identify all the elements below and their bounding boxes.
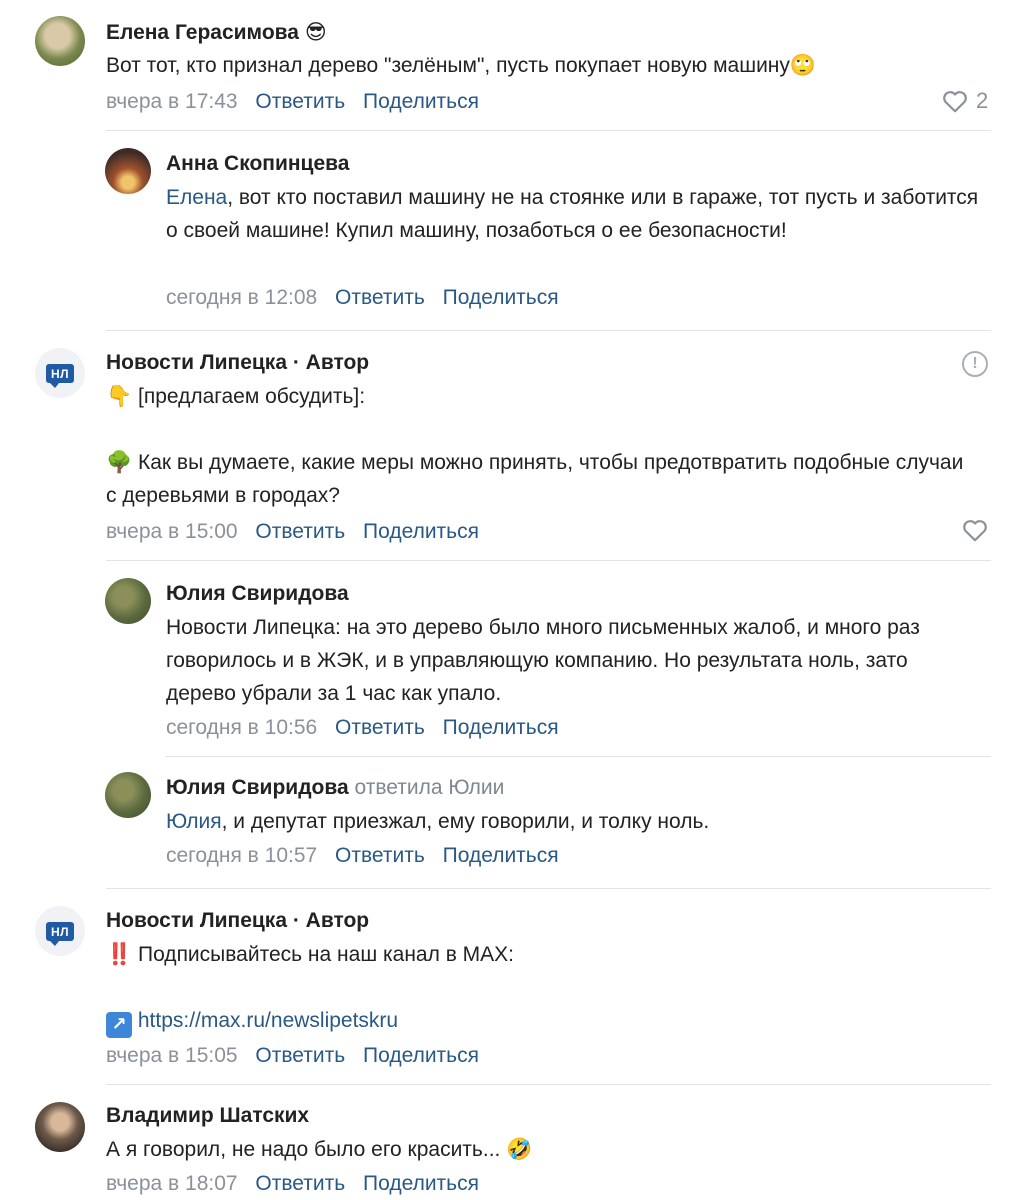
channel-link[interactable]: https://max.ru/newslipetskru xyxy=(138,1009,398,1032)
author-name[interactable]: Анна Скопинцева xyxy=(166,152,349,175)
comment-meta: вчера в 15:05 Ответить Поделиться xyxy=(106,1044,479,1068)
nl-logo: НЛ xyxy=(45,921,75,946)
pointing-down-emoji-icon: 👇 xyxy=(106,385,133,408)
comment-text: 👇 [предлагаем обсудить]: 🌳 Как вы думает… xyxy=(106,380,966,512)
reply-button[interactable]: Ответить xyxy=(255,520,345,543)
avatar[interactable] xyxy=(105,148,151,194)
author-role: · Автор xyxy=(287,351,370,374)
comment-text: ‼️ Подписывайтесь на наш канал в MAX: ↗ … xyxy=(106,938,966,1038)
comment-body: А я говорил, не надо было его красить... xyxy=(106,1138,507,1161)
double-exclamation-icon: ‼️ xyxy=(106,943,133,966)
comment-author[interactable]: Елена Герасимова 😎 xyxy=(106,20,327,45)
comment-body: , и депутат приезжал, ему говорили, и то… xyxy=(221,810,710,833)
author-name[interactable]: Юлия Свиридова xyxy=(166,776,349,799)
share-button[interactable]: Поделиться xyxy=(363,90,479,113)
divider xyxy=(106,130,991,131)
share-button[interactable]: Поделиться xyxy=(443,716,559,739)
like-button[interactable] xyxy=(962,518,988,542)
comment-body: Новости Липецка: на это дерево было мног… xyxy=(166,616,920,705)
comment-meta: сегодня в 10:57 Ответить Поделиться xyxy=(166,844,559,868)
comment-time[interactable]: вчера в 15:05 xyxy=(106,1044,238,1067)
comment-body: Вот тот, кто признал дерево "зелёным", п… xyxy=(106,54,790,77)
like-button[interactable]: 2 xyxy=(942,88,988,114)
comment-text: Новости Липецка: на это дерево было мног… xyxy=(166,611,966,710)
comment-text: Вот тот, кто признал дерево "зелёным", п… xyxy=(106,49,986,82)
comment-author[interactable]: Новости Липецка · Автор xyxy=(106,909,369,933)
reply-button[interactable]: Ответить xyxy=(255,1044,345,1067)
comment-time[interactable]: сегодня в 10:57 xyxy=(166,844,317,867)
share-button[interactable]: Поделиться xyxy=(363,1172,479,1195)
divider xyxy=(106,330,991,331)
mention-link[interactable]: Юлия xyxy=(166,810,222,833)
comment-author[interactable]: Новости Липецка · Автор xyxy=(106,351,369,375)
comment-time[interactable]: вчера в 17:43 xyxy=(106,90,238,113)
comment-time[interactable]: сегодня в 10:56 xyxy=(166,716,317,739)
divider xyxy=(166,756,991,757)
avatar[interactable] xyxy=(105,772,151,818)
author-name[interactable]: Елена Герасимова xyxy=(106,21,299,44)
divider xyxy=(106,1084,991,1085)
comment-meta: вчера в 15:00 Ответить Поделиться xyxy=(106,520,479,544)
comment-line: Как вы думаете, какие меры можно принять… xyxy=(106,451,964,507)
comment-author[interactable]: Юлия Свиридова xyxy=(166,582,349,606)
divider xyxy=(106,560,991,561)
avatar[interactable] xyxy=(35,1102,85,1152)
avatar[interactable] xyxy=(35,16,85,66)
comment-author[interactable]: Юлия Свиридова ответила Юлии xyxy=(166,776,504,800)
avatar[interactable]: НЛ xyxy=(35,348,85,398)
tree-emoji-icon: 🌳 xyxy=(106,451,133,474)
comment-author[interactable]: Владимир Шатских xyxy=(106,1104,309,1128)
reply-button[interactable]: Ответить xyxy=(255,1172,345,1195)
author-name[interactable]: Юлия Свиридова xyxy=(166,582,349,605)
reply-button[interactable]: Ответить xyxy=(335,286,425,309)
comment-meta: сегодня в 12:08 Ответить Поделиться xyxy=(166,286,559,310)
rofl-emoji-icon: 🤣 xyxy=(506,1138,533,1161)
eye-roll-emoji-icon: 🙄 xyxy=(789,54,817,77)
comment-line: [предлагаем обсудить]: xyxy=(138,385,366,408)
comment-text: Юлия, и депутат приезжал, ему говорили, … xyxy=(166,805,966,838)
nl-logo: НЛ xyxy=(45,363,75,388)
share-button[interactable]: Поделиться xyxy=(443,286,559,309)
comment-text: А я говорил, не надо было его красить...… xyxy=(106,1133,966,1166)
share-button[interactable]: Поделиться xyxy=(363,1044,479,1067)
replied-to[interactable]: ответила Юлии xyxy=(355,776,505,799)
comment-meta: вчера в 17:43 Ответить Поделиться xyxy=(106,90,479,114)
avatar[interactable] xyxy=(105,578,151,624)
comment-line: Подписывайтесь на наш канал в MAX: xyxy=(138,943,515,966)
reply-button[interactable]: Ответить xyxy=(255,90,345,113)
like-count: 2 xyxy=(976,88,989,113)
divider xyxy=(106,888,991,889)
author-name[interactable]: Владимир Шатских xyxy=(106,1104,309,1127)
author-role: · Автор xyxy=(287,909,370,932)
share-button[interactable]: Поделиться xyxy=(363,520,479,543)
author-name[interactable]: Новости Липецка xyxy=(106,909,287,932)
mention-link[interactable]: Елена xyxy=(166,186,227,209)
comment-body: , вот кто поставил машину не на стоянке … xyxy=(166,186,979,242)
reply-button[interactable]: Ответить xyxy=(335,844,425,867)
comment-time[interactable]: сегодня в 12:08 xyxy=(166,286,317,309)
share-button[interactable]: Поделиться xyxy=(443,844,559,867)
heart-icon xyxy=(943,91,967,113)
comment-meta: сегодня в 10:56 Ответить Поделиться xyxy=(166,716,559,740)
author-name[interactable]: Новости Липецка xyxy=(106,351,287,374)
comment-author[interactable]: Анна Скопинцева xyxy=(166,152,349,176)
comment-time[interactable]: вчера в 15:00 xyxy=(106,520,238,543)
heart-icon xyxy=(963,520,987,542)
comment-time[interactable]: вчера в 18:07 xyxy=(106,1172,238,1195)
comment-meta: вчера в 18:07 Ответить Поделиться xyxy=(106,1172,479,1196)
avatar[interactable]: НЛ xyxy=(35,906,85,956)
arrow-up-right-icon: ↗ xyxy=(106,1011,132,1038)
sunglasses-emoji-icon: 😎 xyxy=(304,21,327,44)
report-icon[interactable]: ! xyxy=(962,351,988,377)
comment-text: Елена, вот кто поставил машину не на сто… xyxy=(166,181,991,247)
reply-button[interactable]: Ответить xyxy=(335,716,425,739)
